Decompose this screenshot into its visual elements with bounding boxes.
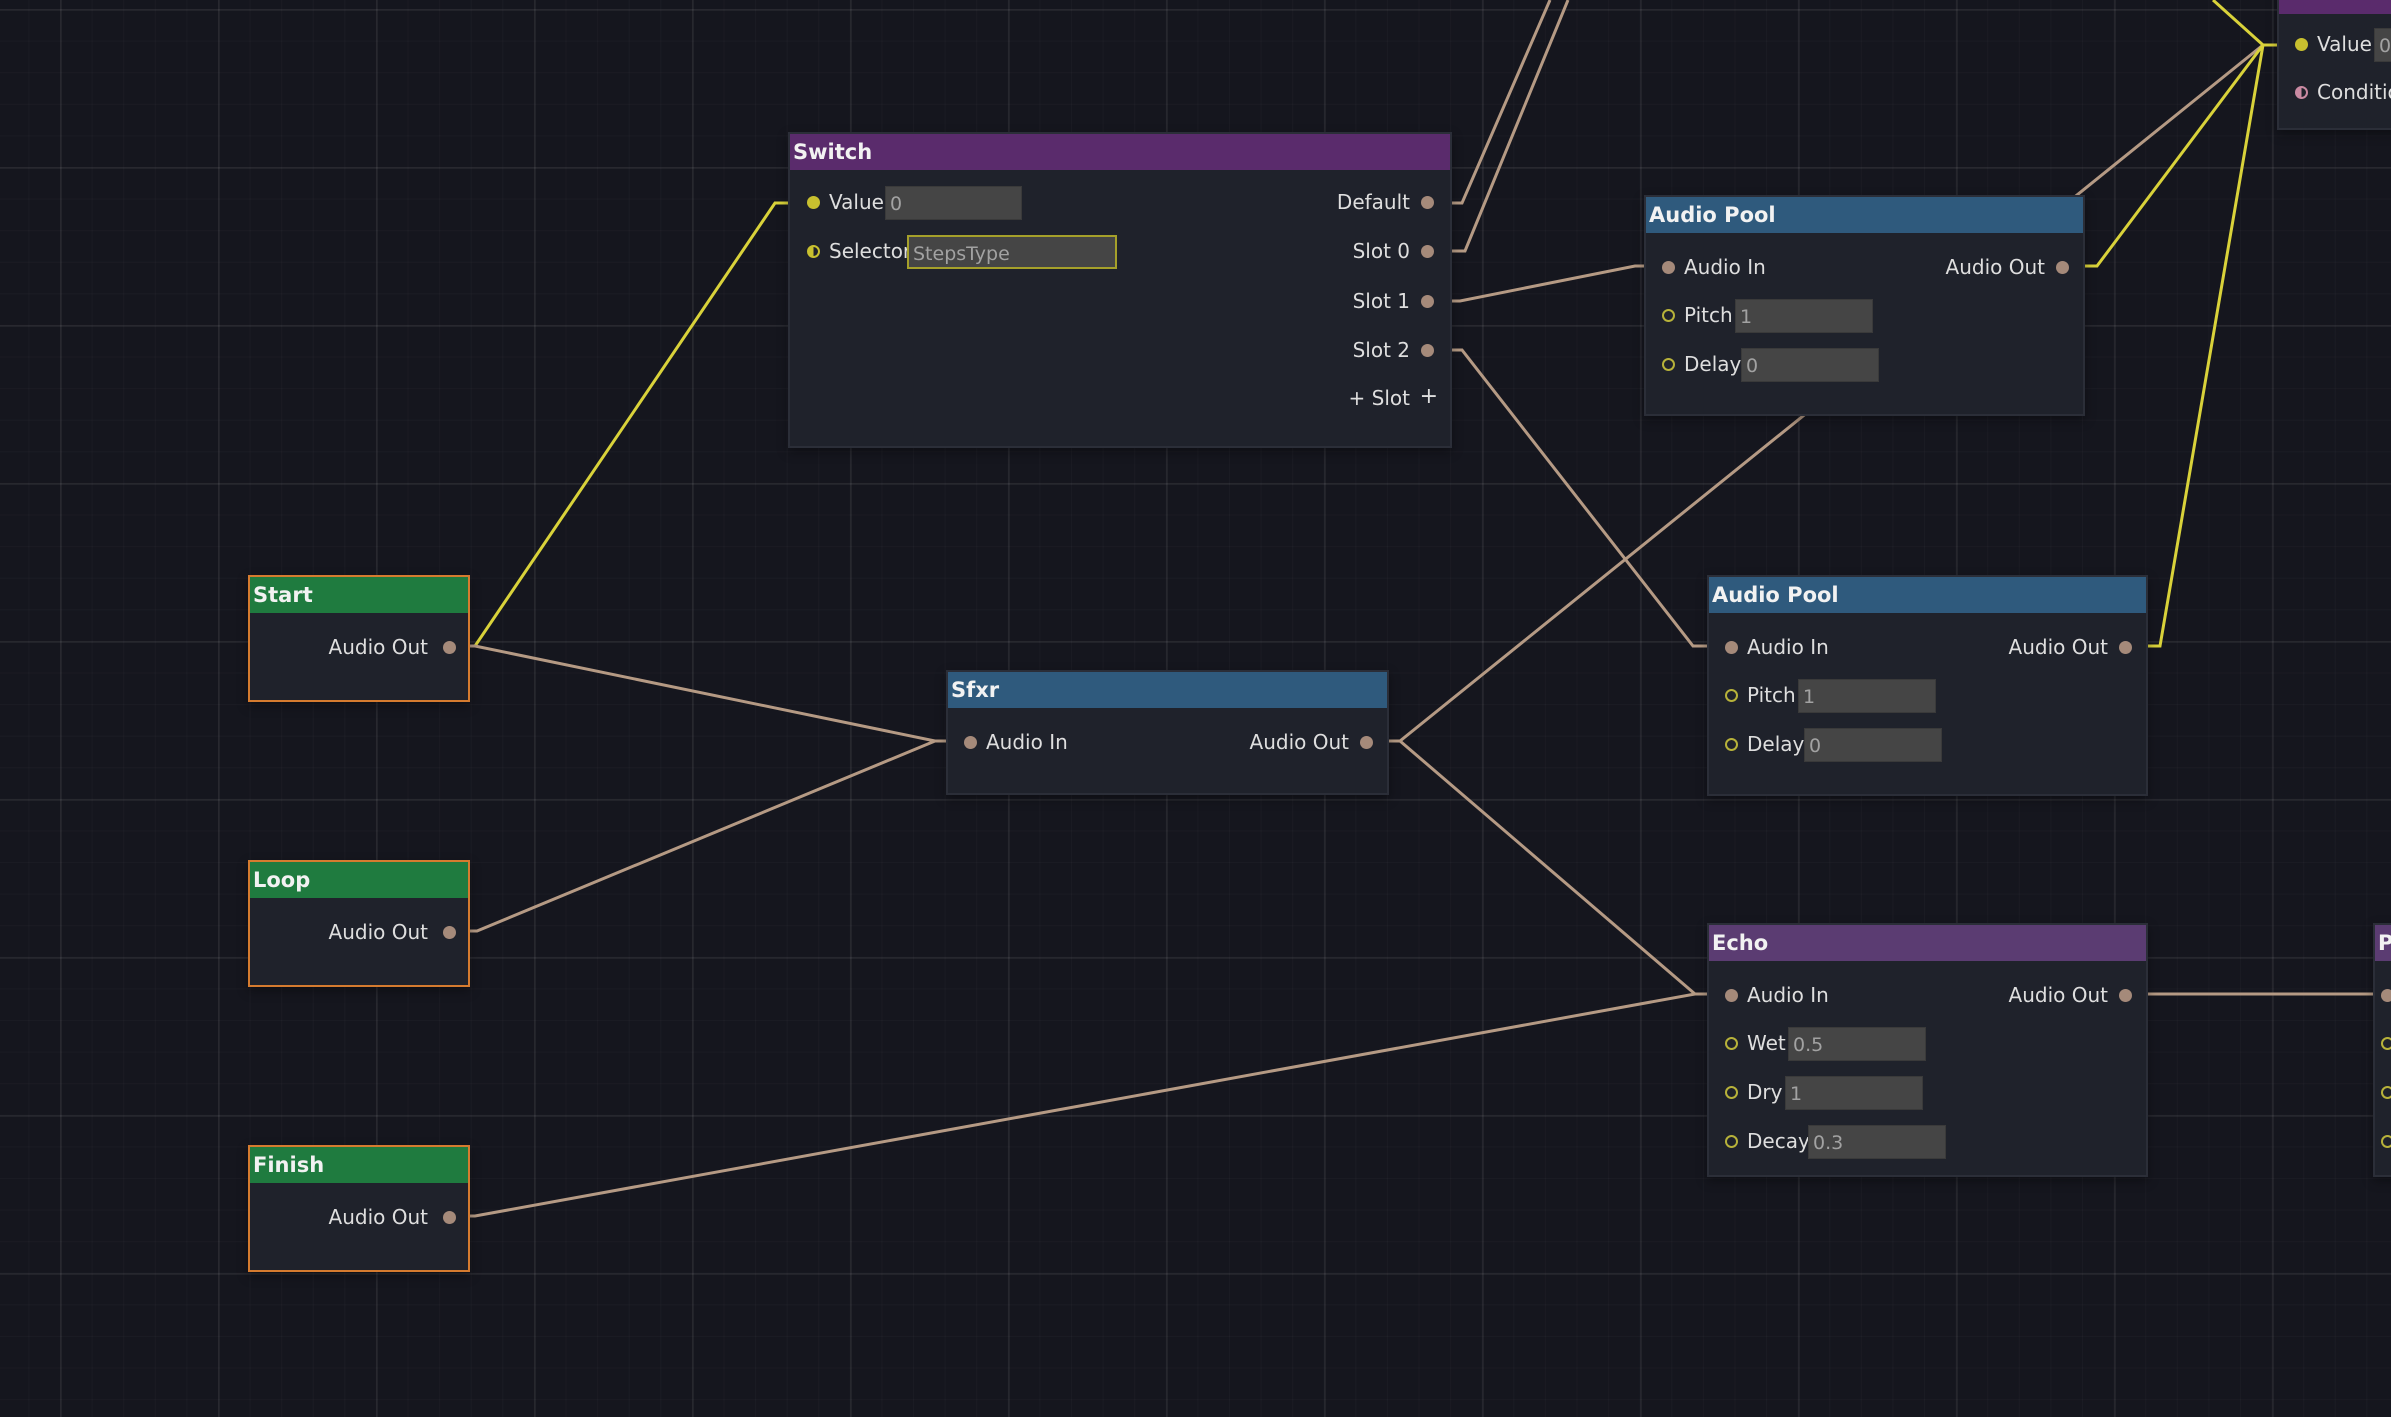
selector-in-port[interactable]	[807, 245, 820, 258]
start-node[interactable]: Start Audio Out	[248, 575, 470, 702]
partial-node-top-right[interactable]: Value 0 Conditio	[2277, 0, 2391, 130]
value-in-port[interactable]	[2295, 38, 2308, 51]
add-slot-label: + Slot	[1348, 386, 1410, 410]
audio-in-port[interactable]	[2381, 989, 2391, 1002]
value-label: Value	[2317, 32, 2372, 56]
dry-label: Dry	[1747, 1080, 1783, 1104]
delay-in-port[interactable]	[1725, 738, 1738, 751]
dry-in-port[interactable]	[1725, 1086, 1738, 1099]
audio-out-label: Audio Out	[328, 1205, 428, 1229]
audio-in-port[interactable]	[964, 736, 977, 749]
value-field[interactable]: 0	[2374, 28, 2391, 62]
slot1-out-port[interactable]	[1421, 295, 1434, 308]
audio-in-label: Audio In	[986, 730, 1068, 754]
pitch-field[interactable]: 1	[1735, 299, 1873, 333]
delay-in-port[interactable]	[1662, 358, 1675, 371]
audio-in-port[interactable]	[1725, 989, 1738, 1002]
echo-node[interactable]: Echo Audio In Audio Out Wet 0.5 Dry 1 De…	[1707, 923, 2148, 1177]
node-title: Sfxr	[948, 672, 1387, 708]
node-title: Switch	[790, 134, 1450, 170]
condition-in-port[interactable]	[2295, 86, 2308, 99]
audio-out-label: Audio Out	[328, 920, 428, 944]
pitch-label: Pitch	[1747, 683, 1796, 707]
wire-sfxr-to-echo[interactable]	[1363, 739, 1696, 996]
switch-node[interactable]: Switch Value 0 Default Selector StepsTyp…	[788, 132, 1452, 448]
value-in-port[interactable]	[807, 196, 820, 209]
audio-out-label: Audio Out	[1249, 730, 1349, 754]
value-field[interactable]: 0	[885, 186, 1022, 220]
audio-out-port[interactable]	[443, 1211, 456, 1224]
audio-in-port[interactable]	[1662, 261, 1675, 274]
pitch-in-port[interactable]	[1725, 689, 1738, 702]
node-title: Start	[250, 577, 468, 613]
delay-label: Delay	[1684, 352, 1742, 376]
default-label: Default	[1336, 190, 1410, 214]
pitch-field[interactable]: 1	[1798, 679, 1936, 713]
value-label: Value	[829, 190, 884, 214]
add-slot-button[interactable]: + Slot +	[790, 382, 1450, 416]
node-title: Audio Pool	[1646, 197, 2083, 233]
param-in-port[interactable]	[2381, 1086, 2391, 1099]
wire-start-to-switch-value[interactable]	[445, 201, 812, 648]
pitch-label: Pitch	[1684, 303, 1733, 327]
slot0-label: Slot 0	[1352, 239, 1410, 263]
selector-field[interactable]: StepsType	[907, 235, 1117, 269]
audio-pool-node-1[interactable]: Audio Pool Audio In Audio Out Pitch 1 De…	[1644, 195, 2085, 416]
audio-in-label: Audio In	[1684, 255, 1766, 279]
slot0-out-port[interactable]	[1421, 245, 1434, 258]
wet-field[interactable]: 0.5	[1788, 1027, 1926, 1061]
slot2-out-port[interactable]	[1421, 344, 1434, 357]
param-in-port[interactable]	[2381, 1037, 2391, 1050]
wire-finish-to-echo[interactable]	[445, 992, 1730, 1218]
partial-node-bottom-right[interactable]: Pa	[2373, 923, 2391, 1177]
audio-pool-node-2[interactable]: Audio Pool Audio In Audio Out Pitch 1 De…	[1707, 575, 2148, 796]
loop-node[interactable]: Loop Audio Out	[248, 860, 470, 987]
wire-switch-slot1-to-pool1[interactable]	[1427, 264, 1668, 303]
node-title	[2279, 0, 2391, 14]
node-title: Audio Pool	[1709, 577, 2146, 613]
audio-in-label: Audio In	[1747, 983, 1829, 1007]
audio-out-port[interactable]	[443, 926, 456, 939]
sfxr-node[interactable]: Sfxr Audio In Audio Out	[946, 670, 1389, 795]
finish-node[interactable]: Finish Audio Out	[248, 1145, 470, 1272]
node-title: Echo	[1709, 925, 2146, 961]
pitch-in-port[interactable]	[1662, 309, 1675, 322]
audio-out-port[interactable]	[443, 641, 456, 654]
wire-pool2-to-top-right[interactable]	[2123, 44, 2265, 648]
delay-label: Delay	[1747, 732, 1805, 756]
selector-label: Selector	[829, 239, 912, 263]
decay-in-port[interactable]	[1725, 1135, 1738, 1148]
wet-label: Wet	[1747, 1031, 1786, 1055]
wire-pool1-to-top-right[interactable]	[2060, 44, 2265, 268]
plus-icon: +	[1419, 384, 1438, 409]
node-title: Pa	[2375, 925, 2391, 961]
audio-out-port[interactable]	[2119, 989, 2132, 1002]
node-title: Loop	[250, 862, 468, 898]
audio-in-label: Audio In	[1747, 635, 1829, 659]
audio-out-label: Audio Out	[1945, 255, 2045, 279]
audio-in-port[interactable]	[1725, 641, 1738, 654]
wire-start-to-sfxr[interactable]	[445, 644, 970, 743]
default-out-port[interactable]	[1421, 196, 1434, 209]
decay-label: Decay	[1747, 1129, 1810, 1153]
audio-out-port[interactable]	[2056, 261, 2069, 274]
condition-label: Conditio	[2317, 80, 2391, 104]
audio-out-label: Audio Out	[2008, 983, 2108, 1007]
wire-loop-to-sfxr[interactable]	[445, 739, 936, 933]
dry-field[interactable]: 1	[1785, 1076, 1923, 1110]
audio-out-label: Audio Out	[2008, 635, 2108, 659]
audio-out-port[interactable]	[2119, 641, 2132, 654]
audio-out-label: Audio Out	[328, 635, 428, 659]
param-in-port[interactable]	[2381, 1135, 2391, 1148]
wet-in-port[interactable]	[1725, 1037, 1738, 1050]
slot2-label: Slot 2	[1352, 338, 1410, 362]
decay-field[interactable]: 0.3	[1808, 1125, 1946, 1159]
audio-out-port[interactable]	[1360, 736, 1373, 749]
node-title: Finish	[250, 1147, 468, 1183]
delay-field[interactable]: 0	[1741, 348, 1879, 382]
delay-field[interactable]: 0	[1804, 728, 1942, 762]
slot1-label: Slot 1	[1352, 289, 1410, 313]
